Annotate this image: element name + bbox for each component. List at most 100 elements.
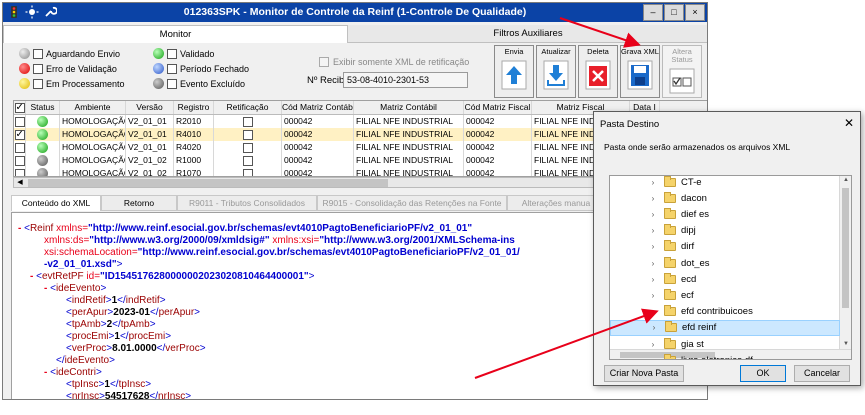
grid-cell: [14, 128, 26, 141]
chevron-right-icon[interactable]: ›: [646, 275, 660, 284]
chevron-right-icon[interactable]: ›: [646, 356, 660, 359]
tab-retorno[interactable]: Retorno: [101, 195, 177, 211]
folder-label: ecf: [681, 289, 694, 301]
retificacao-checkbox[interactable]: [242, 116, 253, 127]
chevron-right-icon[interactable]: ›: [646, 259, 660, 268]
chevron-right-icon[interactable]: ›: [646, 340, 660, 349]
grid-cell: [26, 115, 60, 128]
chevron-right-icon[interactable]: ›: [646, 226, 660, 235]
excluido-checkbox[interactable]: [167, 78, 177, 89]
scroll-left-icon[interactable]: ◀: [14, 178, 26, 188]
retificacao-checkbox[interactable]: [242, 168, 253, 176]
row-checkbox[interactable]: [14, 128, 25, 141]
select-all-checkbox[interactable]: [14, 101, 25, 114]
grava-xml-label: Grava XML: [621, 47, 659, 56]
erro-checkbox[interactable]: [33, 63, 43, 74]
cancel-button[interactable]: Cancelar: [794, 365, 850, 382]
xml-line: - <ideEvento>: [44, 283, 107, 294]
folder-item[interactable]: › dipj: [610, 223, 840, 239]
retificacao-checkbox[interactable]: [242, 142, 253, 153]
folder-icon: [664, 207, 676, 219]
scroll-down-icon[interactable]: ▼: [840, 341, 851, 347]
xml-line: <procEmi>1</procEmi>: [66, 331, 172, 342]
folder-item[interactable]: › efd reinf: [610, 319, 840, 336]
folder-label: livro eletronico df: [681, 355, 753, 359]
processamento-checkbox[interactable]: [33, 78, 43, 89]
legend-aguardando[interactable]: Aguardando Envio: [19, 48, 120, 59]
row-checkbox[interactable]: [14, 142, 25, 153]
retificacao-checkbox[interactable]: [242, 155, 253, 166]
chevron-right-icon[interactable]: ›: [646, 194, 660, 203]
folder-dialog: Pasta Destino ✕ Pasta onde serão armazen…: [593, 111, 861, 386]
row-checkbox[interactable]: [14, 168, 25, 176]
xml-line: - <ideContri>: [44, 367, 102, 378]
column-header[interactable]: Matriz Contábil: [354, 101, 464, 114]
folder-item[interactable]: › CT-e: [610, 176, 840, 190]
chevron-right-icon[interactable]: ›: [646, 307, 660, 316]
column-header[interactable]: Cód Matriz Contábil: [282, 101, 354, 114]
envia-button[interactable]: Envia: [494, 45, 534, 98]
tab-monitor[interactable]: Monitor: [3, 25, 348, 43]
xml-line: <perApur>2023-01</perApur>: [66, 307, 201, 318]
status-gray-icon: [37, 155, 48, 166]
legend-validado[interactable]: Validado: [153, 48, 214, 59]
tree-vertical-scrollbar[interactable]: ▲ ▼: [839, 176, 851, 359]
scroll-up-icon[interactable]: ▲: [840, 177, 851, 183]
column-header[interactable]: Registro: [174, 101, 214, 114]
legend-excluido[interactable]: Evento Excluído: [153, 78, 245, 89]
validado-checkbox[interactable]: [167, 48, 177, 59]
recibo-field[interactable]: 53-08-4010-2301-53: [343, 72, 468, 88]
folder-icon: [664, 256, 676, 268]
column-header[interactable]: Retificação: [214, 101, 282, 114]
chevron-right-icon[interactable]: ›: [647, 323, 661, 332]
chevron-right-icon[interactable]: ›: [646, 242, 660, 251]
tab-filtros-auxiliares[interactable]: Filtros Auxiliares: [348, 25, 707, 43]
folder-item[interactable]: › livro eletronico df: [610, 352, 840, 359]
folder-icon: [664, 272, 676, 284]
folder-item[interactable]: › ecd: [610, 271, 840, 287]
dialog-close-icon[interactable]: ✕: [844, 116, 854, 130]
folder-label: efd contribuicoes: [681, 306, 753, 318]
legend-periodo[interactable]: Período Fechado: [153, 63, 249, 74]
folder-item[interactable]: › dot_es: [610, 255, 840, 271]
grid-cell: 000042: [464, 128, 532, 141]
row-checkbox[interactable]: [14, 116, 25, 127]
retificacao-checkbox[interactable]: [242, 129, 253, 140]
atualizar-button[interactable]: Atualizar: [536, 45, 576, 98]
ok-button[interactable]: OK: [740, 365, 786, 382]
row-checkbox[interactable]: [14, 155, 25, 166]
column-header[interactable]: Cód Matriz Fiscal: [464, 101, 532, 114]
minimize-button[interactable]: –: [643, 4, 663, 21]
periodo-checkbox[interactable]: [167, 63, 177, 74]
folder-icon: [664, 337, 676, 349]
legend-processamento[interactable]: Em Processamento: [19, 78, 125, 89]
column-header[interactable]: Versão: [126, 101, 174, 114]
scrollbar-thumb[interactable]: [842, 188, 849, 308]
column-header[interactable]: Status: [26, 101, 60, 114]
grid-cell: 000042: [464, 167, 532, 176]
new-folder-button[interactable]: Criar Nova Pasta: [604, 365, 684, 382]
folder-item[interactable]: › dacon: [610, 190, 840, 206]
aguardando-checkbox[interactable]: [33, 48, 43, 59]
main-tabs: Monitor Filtros Auxiliares: [3, 25, 707, 43]
status-dot-blue: [153, 63, 164, 74]
deleta-button[interactable]: Deleta: [578, 45, 618, 98]
legend-erro[interactable]: Erro de Validação: [19, 63, 117, 74]
folder-item[interactable]: › gia st: [610, 336, 840, 352]
column-header[interactable]: [14, 101, 26, 114]
folder-item[interactable]: › dirf: [610, 239, 840, 255]
scrollbar-thumb[interactable]: [28, 179, 388, 187]
maximize-button[interactable]: □: [664, 4, 684, 21]
folder-item[interactable]: › efd contribuicoes: [610, 304, 840, 320]
folder-item[interactable]: › dief es: [610, 206, 840, 222]
chevron-right-icon[interactable]: ›: [646, 210, 660, 219]
folder-label: gia st: [681, 338, 704, 350]
grid-cell: [214, 141, 282, 154]
grava-xml-button[interactable]: Grava XML: [620, 45, 660, 98]
chevron-right-icon[interactable]: ›: [646, 291, 660, 300]
close-button[interactable]: ×: [685, 4, 705, 21]
chevron-right-icon[interactable]: ›: [646, 178, 660, 187]
folder-item[interactable]: › ecf: [610, 287, 840, 303]
column-header[interactable]: Ambiente: [60, 101, 126, 114]
tab-conteudo-xml[interactable]: Conteúdo do XML: [11, 195, 101, 211]
